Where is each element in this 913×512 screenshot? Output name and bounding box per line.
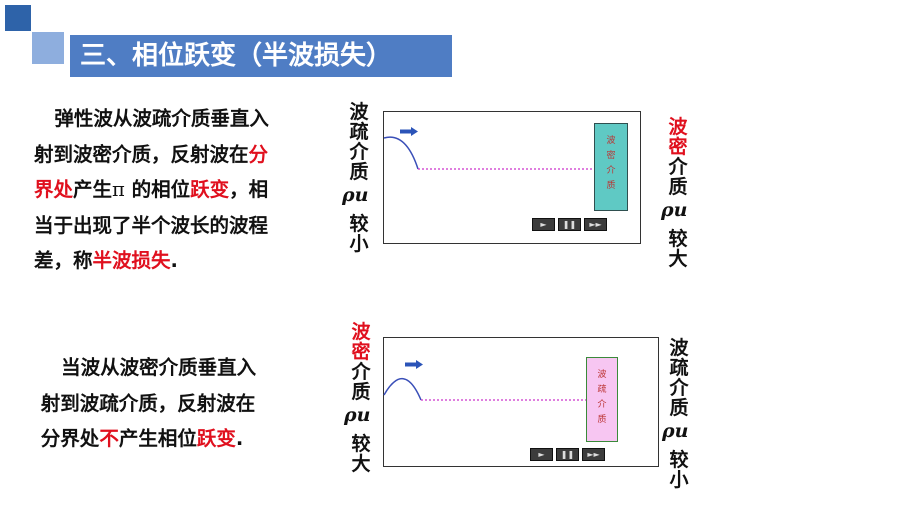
playback-controls-2: ► ❚❚ ►►: [530, 448, 605, 461]
right-arrow-icon: [405, 360, 423, 369]
decor-square-dark: [5, 5, 31, 31]
label-char: 波: [351, 321, 371, 343]
para2-line3: 分界处不产生相位跃变.: [34, 421, 256, 457]
para2-line3-b: 产生相位: [118, 427, 197, 450]
para2-line3-c: .: [235, 427, 244, 450]
label-char: 密: [351, 341, 371, 363]
pi-symbol: π: [112, 178, 125, 201]
rho-u-symbol: ρu: [342, 184, 369, 206]
para1-line3-c: ，相: [229, 178, 269, 201]
pause-button[interactable]: ❚❚: [558, 218, 581, 231]
label-left-bottom: 波 密 介 质 ρu 较 大: [344, 321, 374, 475]
para1-line5-a: 差，称: [34, 249, 93, 272]
para2-line3-red2: 跃变: [196, 427, 236, 450]
label-char: 质: [351, 381, 371, 403]
playback-controls-1: ► ❚❚ ►►: [532, 218, 607, 231]
label-char: 大: [351, 453, 371, 475]
label-char: 质: [669, 397, 689, 419]
para1-line5: 差，称半波损失.: [34, 243, 269, 279]
para1-line1: 弹性波从波疏介质垂直入: [34, 101, 269, 137]
fast-forward-button[interactable]: ►►: [584, 218, 607, 231]
para2-line3-a: 分界处: [40, 427, 100, 450]
label-char: 介: [669, 377, 689, 399]
para1-line3-a: 产生: [73, 178, 113, 201]
label-char: 大: [668, 248, 688, 270]
label-char: 较: [669, 449, 689, 471]
para1-line3-red1: 界处: [34, 178, 74, 201]
wave-animation-panel-1: 波 密 介 质 ► ❚❚ ►►: [383, 111, 641, 244]
para1-line3-red2: 跃变: [190, 178, 230, 201]
para2-line2: 射到波疏介质，反射波在: [34, 386, 256, 422]
para1-line5-b: .: [170, 249, 178, 272]
incident-wave-curve: [383, 377, 422, 401]
rho-u-symbol: ρu: [661, 199, 688, 221]
para1-line2-red: 分: [248, 142, 269, 166]
medium-char: 质: [597, 415, 607, 425]
slide-title: 三、相位跃变（半波损失）: [70, 35, 452, 77]
medium-char: 密: [606, 151, 616, 161]
label-char: 波: [669, 337, 689, 359]
label-char: 波: [668, 116, 688, 138]
para1-line5-red: 半波损失: [92, 249, 171, 272]
medium-char: 介: [606, 166, 616, 176]
label-char: 小: [349, 233, 369, 255]
para2-line1-text: 当波从波密介质垂直入: [61, 356, 257, 379]
rho-u-symbol: ρu: [344, 404, 371, 426]
para2-line3-red1: 不: [99, 427, 119, 450]
label-char: 质: [349, 161, 369, 183]
label-char: 介: [351, 361, 371, 383]
label-char: 疏: [669, 357, 689, 379]
label-char: 波: [349, 101, 369, 123]
label-char: 疏: [349, 121, 369, 143]
play-button[interactable]: ►: [530, 448, 553, 461]
decor-square-light: [32, 32, 64, 64]
rho-u-symbol: ρu: [662, 420, 689, 442]
label-char: 密: [668, 136, 688, 158]
para1-line3-b: 的相位: [124, 178, 191, 201]
para1-line2-text: 射到波密介质，反射波在: [34, 142, 249, 166]
label-char: 较: [351, 433, 371, 455]
dense-medium-block: 波 密 介 质: [594, 123, 628, 211]
label-char: 质: [668, 176, 688, 198]
label-right-bottom: 波 疏 介 质 ρu 较 小: [662, 337, 692, 491]
medium-char: 质: [606, 181, 616, 191]
para1-line2: 射到波密介质，反射波在分: [34, 137, 269, 173]
label-char: 较: [668, 228, 688, 250]
medium-char: 波: [606, 136, 616, 146]
medium-char: 介: [597, 400, 607, 410]
label-right-top: 波 密 介 质 ρu 较 大: [661, 116, 691, 270]
paragraph-dense-to-sparse: 当波从波密介质垂直入 射到波疏介质，反射波在 分界处不产生相位跃变.: [34, 350, 256, 457]
pause-button[interactable]: ❚❚: [556, 448, 579, 461]
para1-line4: 当于出现了半个波长的波程: [34, 208, 269, 244]
wave-animation-panel-2: 波 疏 介 质 ► ❚❚ ►►: [383, 337, 659, 467]
label-char: 较: [349, 213, 369, 235]
incident-wave-curve: [383, 136, 419, 170]
medium-char: 疏: [597, 385, 607, 395]
para1-line3: 界处产生π 的相位跃变，相: [34, 172, 269, 208]
medium-char: 波: [597, 370, 607, 380]
wave-drawing-2: [383, 377, 586, 401]
paragraph-sparse-to-dense: 弹性波从波疏介质垂直入 射到波密介质，反射波在分 界处产生π 的相位跃变，相 当…: [34, 101, 269, 279]
para1-line4-text: 当于出现了半个波长的波程: [34, 213, 269, 237]
label-char: 介: [349, 141, 369, 163]
para2-line1: 当波从波密介质垂直入: [34, 350, 256, 386]
label-left-top: 波 疏 介 质 ρu 较 小: [342, 101, 372, 255]
play-button[interactable]: ►: [532, 218, 555, 231]
para1-line1-text: 弹性波从波疏介质垂直入: [54, 107, 269, 130]
label-char: 小: [669, 469, 689, 491]
sparse-medium-block: 波 疏 介 质: [586, 357, 618, 442]
right-arrow-icon: [400, 127, 418, 136]
fast-forward-button[interactable]: ►►: [582, 448, 605, 461]
para2-line2-text: 射到波疏介质，反射波在: [40, 391, 256, 415]
label-char: 介: [668, 156, 688, 178]
